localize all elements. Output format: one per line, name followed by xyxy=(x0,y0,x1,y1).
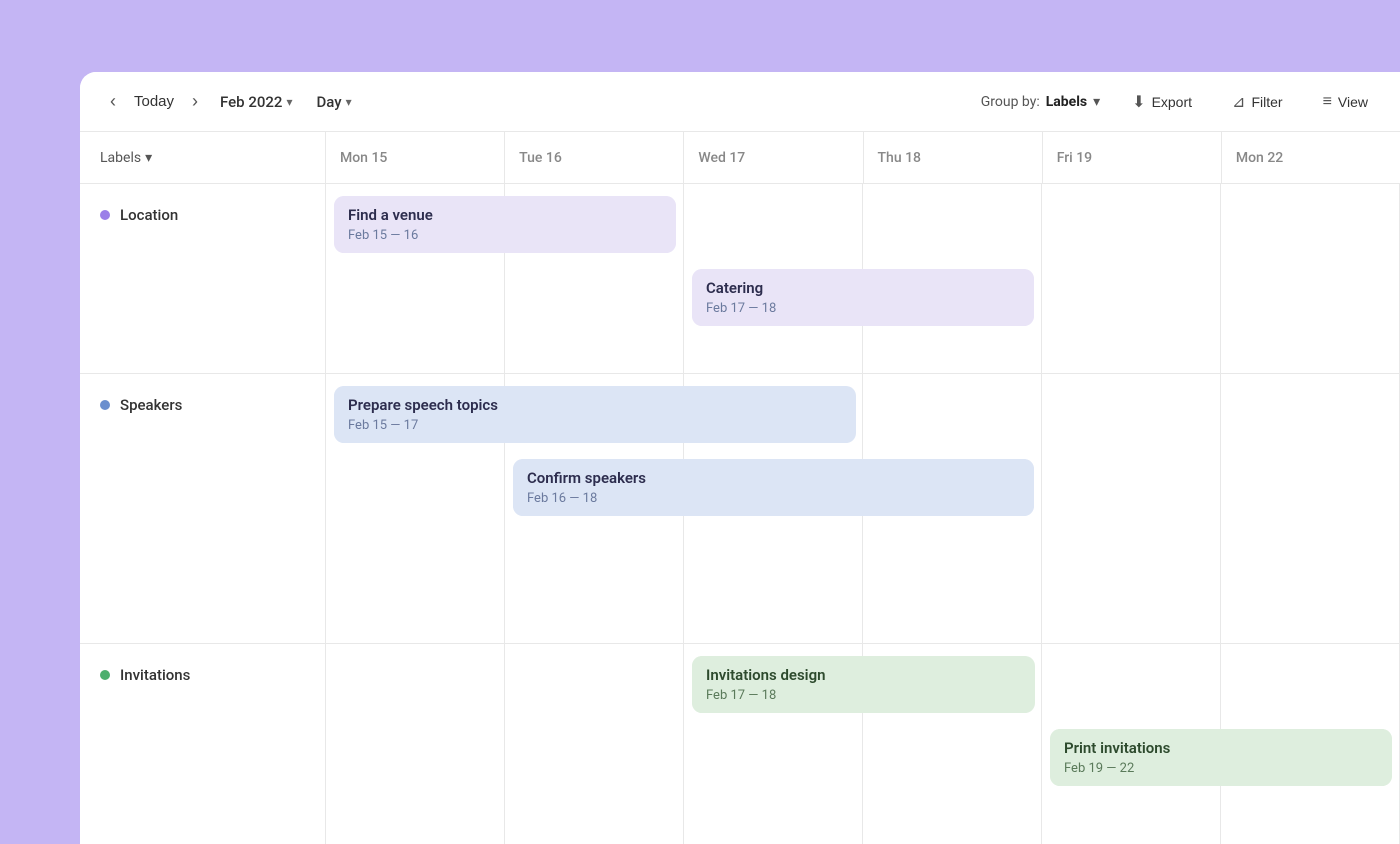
prev-button[interactable]: ‹ xyxy=(104,87,122,116)
event-card-speakers-1[interactable]: Confirm speakers Feb 16 — 18 xyxy=(513,459,1034,516)
grid-row-invitations: Invitations design Feb 17 — 18 Print invit… xyxy=(326,644,1400,844)
event-card-location-1[interactable]: Catering Feb 17 — 18 xyxy=(692,269,1034,326)
export-icon: ⬇ xyxy=(1132,92,1145,112)
event-date-location-1: Feb 17 — 18 xyxy=(706,301,1020,316)
labels-header-text: Labels xyxy=(100,150,141,166)
view-label: View xyxy=(1338,94,1368,110)
today-button[interactable]: Today xyxy=(126,89,182,114)
day-label: Day xyxy=(316,93,341,111)
grid-rows: Find a venue Feb 15 — 16 Catering Feb 17 — … xyxy=(326,184,1400,844)
cell-location-mon22 xyxy=(1221,184,1400,373)
main-content: Labels ▾ Location Speakers xyxy=(80,132,1400,844)
event-title-speakers-1: Confirm speakers xyxy=(527,469,1020,487)
grid-row-speakers: Prepare speech topics Feb 15 — 17 Confirm … xyxy=(326,374,1400,644)
location-dot xyxy=(100,210,110,220)
speakers-label: Speakers xyxy=(120,396,182,414)
cell-speakers-mon22 xyxy=(1221,374,1400,643)
export-button[interactable]: ⬇ Export xyxy=(1124,88,1200,116)
grid-inner: Mon 15 Tue 16 Wed 17 Thu 18 Fri 19 xyxy=(326,132,1400,844)
event-date-speakers-1: Feb 16 — 18 xyxy=(527,491,1020,506)
view-button[interactable]: ≡ View xyxy=(1315,89,1376,115)
filter-button[interactable]: ⊿ Filter xyxy=(1224,88,1291,116)
day-header-mon22: Mon 22 xyxy=(1222,132,1400,183)
invitations-section: Invitations xyxy=(80,644,325,844)
speakers-dot xyxy=(100,400,110,410)
filter-label: Filter xyxy=(1251,94,1282,110)
day-selector[interactable]: Day ▾ xyxy=(316,93,351,111)
export-label: Export xyxy=(1152,94,1192,110)
grid-row-location: Find a venue Feb 15 — 16 Catering Feb 17 — … xyxy=(326,184,1400,374)
invitations-label: Invitations xyxy=(120,666,190,684)
invitations-dot xyxy=(100,670,110,680)
speakers-section: Speakers xyxy=(80,374,325,644)
event-date-invitations-1: Feb 19 — 22 xyxy=(1064,761,1378,776)
labels-chevron-icon: ▾ xyxy=(145,150,152,166)
cell-location-fri19 xyxy=(1042,184,1221,373)
day-header-wed17: Wed 17 xyxy=(684,132,863,183)
view-icon: ≡ xyxy=(1323,93,1332,111)
event-title-location-0: Find a venue xyxy=(348,206,662,224)
next-button[interactable]: › xyxy=(186,87,204,116)
cell-speakers-fri19 xyxy=(1042,374,1221,643)
event-card-invitations-0[interactable]: Invitations design Feb 17 — 18 xyxy=(692,656,1034,713)
labels-header[interactable]: Labels ▾ xyxy=(80,132,325,184)
event-card-invitations-1[interactable]: Print invitations Feb 19 — 22 xyxy=(1050,729,1392,786)
day-headers: Mon 15 Tue 16 Wed 17 Thu 18 Fri 19 xyxy=(326,132,1400,184)
date-label: Feb 2022 xyxy=(220,93,282,111)
label-row-location: Location xyxy=(80,206,198,224)
day-header-thu18: Thu 18 xyxy=(864,132,1043,183)
location-section: Location xyxy=(80,184,325,374)
event-date-location-0: Feb 15 — 16 xyxy=(348,228,662,243)
group-by-chevron-icon: ▾ xyxy=(1093,94,1100,110)
event-date-invitations-0: Feb 17 — 18 xyxy=(706,688,1020,703)
group-by-selector[interactable]: Group by: Labels ▾ xyxy=(981,94,1100,110)
calendar-grid: Mon 15 Tue 16 Wed 17 Thu 18 Fri 19 xyxy=(326,132,1400,844)
filter-icon: ⊿ xyxy=(1232,92,1245,112)
toolbar: ‹ Today › Feb 2022 ▾ Day ▾ Group by: Lab… xyxy=(80,72,1400,132)
event-date-speakers-0: Feb 15 — 17 xyxy=(348,418,841,433)
nav-controls: ‹ Today › xyxy=(104,87,204,116)
day-header-tue16: Tue 16 xyxy=(505,132,684,183)
event-card-location-0[interactable]: Find a venue Feb 15 — 16 xyxy=(334,196,676,253)
event-title-location-1: Catering xyxy=(706,279,1020,297)
group-by-prefix: Group by: xyxy=(981,94,1040,110)
date-chevron-icon: ▾ xyxy=(286,95,292,109)
label-row-invitations: Invitations xyxy=(80,666,210,684)
event-title-speakers-0: Prepare speech topics xyxy=(348,396,841,414)
day-header-fri19: Fri 19 xyxy=(1043,132,1222,183)
label-row-speakers: Speakers xyxy=(80,396,202,414)
day-chevron-icon: ▾ xyxy=(346,95,352,109)
event-title-invitations-0: Invitations design xyxy=(706,666,1020,684)
group-by-value: Labels xyxy=(1046,94,1087,110)
event-title-invitations-1: Print invitations xyxy=(1064,739,1378,757)
labels-panel: Labels ▾ Location Speakers xyxy=(80,132,326,844)
day-header-mon15: Mon 15 xyxy=(326,132,505,183)
date-selector[interactable]: Feb 2022 ▾ xyxy=(220,93,292,111)
cell-invitations-mon15 xyxy=(326,644,505,844)
cell-invitations-tue16 xyxy=(505,644,684,844)
location-label: Location xyxy=(120,206,178,224)
event-card-speakers-0[interactable]: Prepare speech topics Feb 15 — 17 xyxy=(334,386,855,443)
